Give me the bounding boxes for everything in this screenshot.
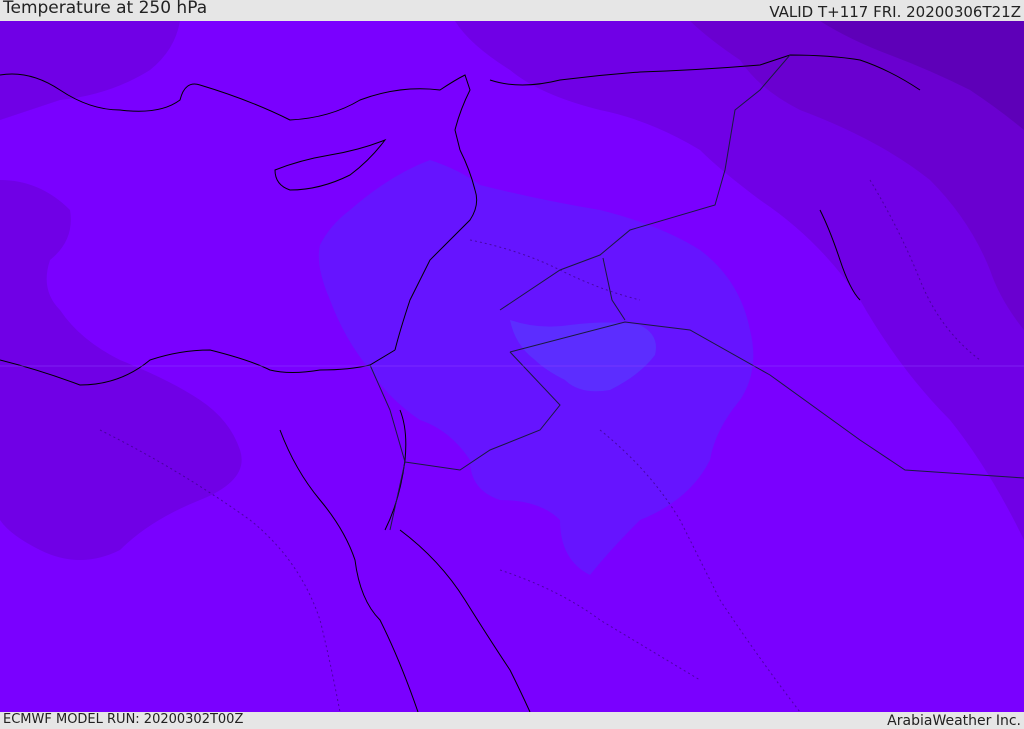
footer-bar: ECMWF MODEL RUN: 20200302T00Z ArabiaWeat…: [0, 712, 1024, 729]
valid-time-label: VALID T+117 FRI. 20200306T21Z: [769, 3, 1021, 21]
weather-map[interactable]: [0, 21, 1024, 712]
header-bar: Temperature at 250 hPa VALID T+117 FRI. …: [0, 0, 1024, 21]
credit-label: ArabiaWeather Inc.: [887, 713, 1021, 729]
map-title: Temperature at 250 hPa: [3, 0, 208, 18]
model-run-label: ECMWF MODEL RUN: 20200302T00Z: [3, 712, 244, 727]
